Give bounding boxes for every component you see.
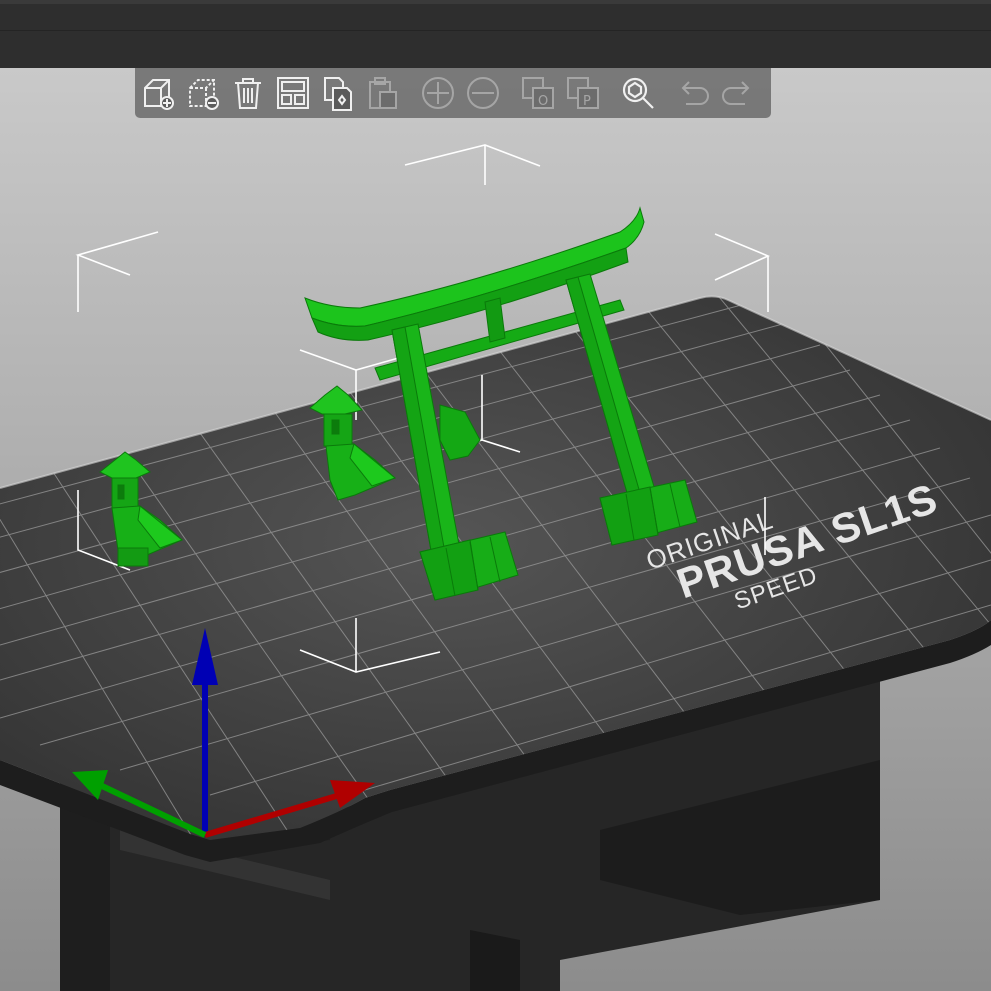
redo-button[interactable] <box>719 73 757 113</box>
remove-instance-button[interactable] <box>464 73 502 113</box>
split-to-parts-icon: P <box>567 77 599 109</box>
undo-icon <box>681 81 709 105</box>
delete-all-icon <box>235 78 261 109</box>
delete-icon <box>189 79 219 110</box>
paste-icon <box>369 77 397 109</box>
add-instance-button[interactable] <box>419 73 457 113</box>
svg-text:P: P <box>583 94 591 109</box>
delete-all-button[interactable] <box>229 73 267 113</box>
copy-icon <box>324 77 352 111</box>
top-bar-divider <box>0 30 991 31</box>
top-toolbar: O P <box>135 68 771 118</box>
split-to-objects-button[interactable]: O <box>519 73 557 113</box>
add-icon <box>144 79 174 110</box>
add-instance-icon <box>422 77 454 109</box>
delete-button[interactable] <box>184 73 222 113</box>
paste-button[interactable] <box>364 73 402 113</box>
undo-button[interactable] <box>674 73 712 113</box>
top-bar <box>0 0 991 68</box>
split-to-objects-icon: O <box>522 77 554 109</box>
copy-button[interactable] <box>319 73 357 113</box>
remove-instance-icon <box>467 77 499 109</box>
redo-icon <box>722 81 750 105</box>
top-bar-strip <box>0 0 991 4</box>
split-to-parts-button[interactable]: P <box>564 73 602 113</box>
arrange-icon <box>277 77 309 109</box>
search-icon <box>622 77 654 109</box>
arrange-button[interactable] <box>274 73 312 113</box>
svg-text:O: O <box>538 94 548 109</box>
3d-viewport[interactable]: ORIGINAL PRUSA SL1S SPEED <box>0 68 991 991</box>
search-button[interactable] <box>619 73 657 113</box>
add-button[interactable] <box>139 73 177 113</box>
